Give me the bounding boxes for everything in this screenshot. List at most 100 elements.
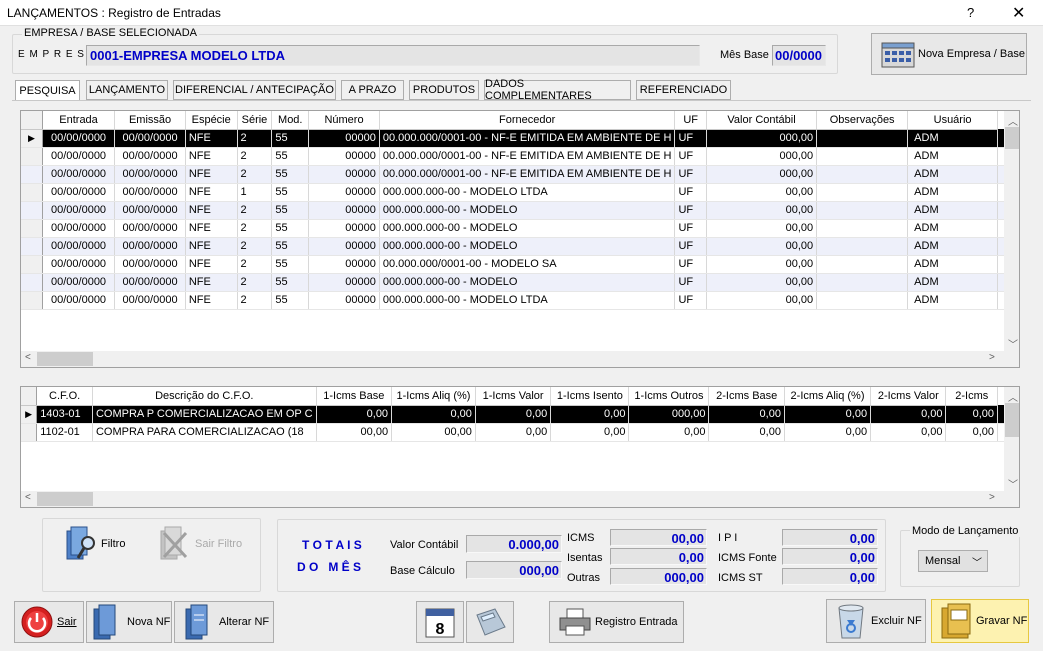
table-cell[interactable]: 0,00 — [475, 423, 552, 442]
table-cell[interactable]: 00/00/0000 — [114, 165, 186, 184]
table-cell[interactable]: ADM — [907, 255, 998, 274]
table-cell[interactable]: 00/00/0000 — [114, 273, 186, 292]
table-cell[interactable]: 2 — [237, 147, 273, 166]
scroll-up-icon[interactable]: ︿ — [1008, 113, 1018, 128]
table-cell[interactable]: 00/00/0000 — [42, 219, 116, 238]
table-cell[interactable]: 00/00/0000 — [114, 255, 186, 274]
table-cell[interactable]: UF — [674, 129, 707, 148]
table-cell[interactable]: 00000 — [308, 255, 380, 274]
table-cell[interactable]: 00000 — [308, 237, 380, 256]
table-cell[interactable]: NFE — [185, 165, 238, 184]
tab-a-prazo[interactable]: A PRAZO — [341, 80, 404, 100]
col-header-uf[interactable]: UF — [674, 111, 707, 130]
row-selector[interactable] — [21, 201, 43, 220]
table-cell[interactable]: 1403-01 — [36, 405, 93, 424]
entries-vertical-scrollbar[interactable]: ︿ ﹀ — [1004, 111, 1019, 351]
table-cell[interactable]: 00000 — [308, 273, 380, 292]
table-cell[interactable]: 55 — [271, 129, 310, 148]
table-cell[interactable]: 2 — [237, 255, 273, 274]
table-cell[interactable] — [816, 147, 909, 166]
table-cell[interactable]: 000,00 — [706, 165, 818, 184]
table-cell[interactable]: 55 — [271, 219, 310, 238]
table-cell[interactable]: 55 — [271, 165, 310, 184]
table-cell[interactable]: 00/00/0000 — [42, 183, 116, 202]
table-cell[interactable]: UF — [674, 273, 707, 292]
table-cell[interactable]: NFE — [185, 219, 238, 238]
table-cell[interactable]: 000.000.000-00 - MODELO — [379, 237, 676, 256]
excluir-nf-button[interactable]: Excluir NF — [826, 599, 926, 643]
table-cell[interactable]: 00000 — [308, 165, 380, 184]
scroll-thumb[interactable] — [1005, 127, 1019, 149]
alterar-nf-button[interactable]: Alterar NF — [174, 601, 274, 643]
col-header-usuario[interactable]: Usuário — [907, 111, 998, 130]
row-selector[interactable]: ▶ — [21, 129, 43, 148]
scroll-right-icon[interactable]: > — [989, 492, 995, 503]
table-cell[interactable]: 55 — [271, 237, 310, 256]
table-cell[interactable]: 00/00/0000 — [114, 129, 186, 148]
table-cell[interactable]: 00000 — [308, 201, 380, 220]
table-cell[interactable]: UF — [674, 201, 707, 220]
scroll-thumb[interactable] — [1005, 403, 1019, 437]
tab-lancamento[interactable]: LANÇAMENTO — [86, 80, 168, 100]
row-selector[interactable] — [21, 219, 43, 238]
table-cell[interactable]: 000.000.000-00 - MODELO — [379, 201, 676, 220]
col-header-1-icms-aliq[interactable]: 1-Icms Aliq (%) — [391, 387, 476, 406]
col-header-observacoes[interactable]: Observações — [816, 111, 909, 130]
col-header-descricao[interactable]: Descrição do C.F.O. — [92, 387, 317, 406]
cfo-vertical-scrollbar[interactable]: ︿ ﹀ — [1004, 387, 1019, 491]
table-cell[interactable]: 00,00 — [706, 219, 818, 238]
table-row[interactable]: 00/00/0000 00/00/0000 NFE 2 55 00000 00.000.00… — [21, 147, 1005, 166]
col-header-valor-contabil[interactable]: Valor Contábil — [706, 111, 818, 130]
table-cell[interactable]: 00,00 — [391, 423, 476, 442]
table-cell[interactable]: 0,00 — [391, 405, 476, 424]
table-cell[interactable]: 55 — [271, 255, 310, 274]
table-row[interactable]: 00/00/0000 00/00/0000 NFE 2 55 00000 00.000.00… — [21, 165, 1005, 184]
scroll-left-icon[interactable]: < — [25, 352, 31, 363]
table-cell[interactable]: 0,00 — [550, 423, 630, 442]
table-cell[interactable]: 00,00 — [706, 291, 818, 310]
table-cell[interactable]: 0,00 — [784, 405, 872, 424]
col-header-serie[interactable]: Série — [237, 111, 273, 130]
row-selector[interactable] — [21, 273, 43, 292]
col-header-especie[interactable]: Espécie — [185, 111, 238, 130]
table-cell[interactable]: NFE — [185, 147, 238, 166]
tab-referenciado[interactable]: REFERENCIADO — [636, 80, 731, 100]
table-cell[interactable]: NFE — [185, 255, 238, 274]
table-cell[interactable] — [816, 237, 909, 256]
table-cell[interactable]: 55 — [271, 147, 310, 166]
table-cell[interactable] — [816, 219, 909, 238]
col-header-emissao[interactable]: Emissão — [114, 111, 186, 130]
table-cell[interactable]: ADM — [907, 129, 998, 148]
sair-button[interactable]: Sair — [14, 601, 84, 643]
col-header-2-icms-base[interactable]: 2-Icms Base — [708, 387, 785, 406]
row-selector[interactable] — [21, 255, 43, 274]
tab-diferencial[interactable]: DIFERENCIAL / ANTECIPAÇÃO — [173, 80, 336, 100]
table-cell[interactable]: 00/00/0000 — [114, 201, 186, 220]
tab-pesquisa[interactable]: PESQUISA — [15, 80, 80, 101]
table-cell[interactable]: 00,00 — [316, 423, 393, 442]
table-cell[interactable]: 0,00 — [708, 423, 785, 442]
col-header-1-icms-outros[interactable]: 1-Icms Outros — [628, 387, 710, 406]
table-row[interactable]: 00/00/0000 00/00/0000 NFE 2 55 00000 000.000.0… — [21, 237, 1005, 256]
table-cell[interactable]: 00/00/0000 — [42, 129, 116, 148]
table-row[interactable]: ▶ 1403-01 COMPRA P COMERCIALIZACAO EM OP C… — [21, 405, 1005, 424]
filtro-button[interactable]: Filtro — [64, 524, 134, 564]
table-cell[interactable]: UF — [674, 147, 707, 166]
table-cell[interactable]: NFE — [185, 201, 238, 220]
table-cell[interactable]: 2 — [237, 237, 273, 256]
row-selector[interactable] — [21, 165, 43, 184]
row-selector[interactable]: ▶ — [21, 405, 38, 424]
col-header-2-icms[interactable]: 2-Icms — [945, 387, 998, 406]
col-header-cfo[interactable]: C.F.O. — [36, 387, 93, 406]
table-cell[interactable]: 0,00 — [870, 405, 947, 424]
help-button[interactable]: ? — [967, 5, 974, 20]
table-cell[interactable]: 0,00 — [628, 423, 710, 442]
col-header-2-icms-valor[interactable]: 2-Icms Valor — [870, 387, 947, 406]
table-cell[interactable]: 000.000.000-00 - MODELO LTDA — [379, 291, 676, 310]
table-row[interactable]: 1102-01 COMPRA PARA COMERCIALIZACAO (18 00… — [21, 423, 1005, 442]
entries-horizontal-scrollbar[interactable]: < > — [21, 351, 1019, 367]
table-cell[interactable] — [816, 201, 909, 220]
table-cell[interactable]: 0,00 — [870, 423, 947, 442]
col-header-1-icms-valor[interactable]: 1-Icms Valor — [475, 387, 552, 406]
table-cell[interactable]: 00.000.000/0001-00 - MODELO SA — [379, 255, 676, 274]
